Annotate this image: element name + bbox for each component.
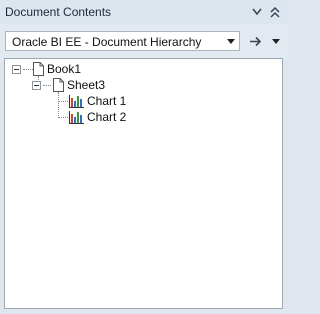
tree-node-label: Book1 — [47, 62, 82, 76]
tree-node-label: Chart 2 — [87, 110, 127, 124]
tree-node-label: Chart 1 — [87, 94, 127, 108]
hierarchy-dropdown[interactable]: Oracle BI EE - Document Hierarchy — [5, 31, 240, 51]
collapse-sheet3-toggle[interactable] — [32, 81, 41, 90]
tree-connector — [58, 92, 59, 118]
panel-title: Document Contents — [5, 5, 112, 19]
menu-arrow-icon — [272, 38, 280, 44]
tree-node-chart-2[interactable]: Chart 2 — [69, 109, 126, 125]
options-menu-button[interactable] — [268, 32, 284, 50]
arrow-right-icon[interactable] — [246, 32, 264, 50]
tree-node-chart-1[interactable]: Chart 1 — [69, 93, 126, 109]
tree-connector — [58, 117, 68, 118]
tree-connector — [43, 85, 51, 86]
hierarchy-dropdown-value: Oracle BI EE - Document Hierarchy — [12, 35, 202, 49]
collapse-up-icon[interactable] — [266, 3, 284, 21]
tree-node-label: Sheet3 — [67, 78, 106, 92]
tree-connector — [58, 101, 68, 102]
document-icon — [53, 78, 64, 92]
bar-chart-icon — [69, 94, 84, 108]
tree-connector — [23, 69, 33, 70]
bar-chart-icon — [69, 110, 84, 124]
collapse-book1-toggle[interactable] — [12, 65, 21, 74]
panel-title-bar: Document Contents — [0, 0, 288, 24]
dropdown-arrow-icon[interactable] — [227, 39, 235, 44]
tree-node-book1[interactable]: Book1 — [33, 61, 81, 77]
selector-toolbar: Oracle BI EE - Document Hierarchy — [0, 24, 288, 60]
document-icon — [33, 62, 44, 76]
document-tree: Book1 Sheet3 Chart 1 Chart 2 — [4, 58, 283, 309]
tree-node-sheet3[interactable]: Sheet3 — [53, 77, 105, 93]
chevron-down-icon[interactable] — [248, 3, 266, 21]
